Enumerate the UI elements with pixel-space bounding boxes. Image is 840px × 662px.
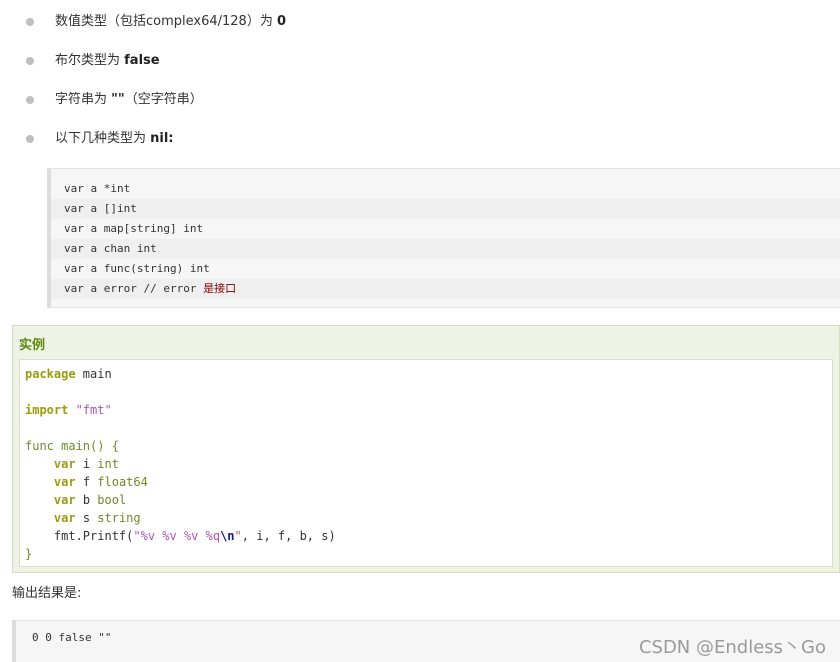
code-line: var a func(string) int [64,262,210,275]
code-line: package main [25,365,112,383]
list-item: 字符串为 ""（空字符串） [0,90,820,110]
code-line: import "fmt" [25,401,112,419]
nil-types-code-block[interactable]: var a *int var a []int var a map[string]… [47,168,840,308]
bullet-dot-icon [26,18,34,26]
type-name: float64 [97,475,148,489]
code-line: var a *int [64,182,131,195]
type-name: int [97,457,119,471]
keyword: var [53,457,76,471]
example-title: 实例 [19,338,46,353]
bullet-text: 数值类型（包括complex64/128）为 [55,14,277,29]
bullet-text: 布尔类型为 [55,53,125,68]
escape-sequence: \n [220,529,235,543]
bullet-text: 字符串为 [55,92,112,107]
list-item: 数值类型（包括complex64/128）为 0 [0,12,820,32]
code-text: var a error // error [64,282,204,295]
bullet-value: 0 [276,14,287,29]
code-line: var a []int [51,199,840,219]
type-name: string [97,511,141,525]
code-line: fmt.Printf("%v %v %v %q\n", i, f, b, s) [25,529,336,543]
code-line: var a chan int [51,239,840,259]
code-line: var b bool [53,493,127,507]
keyword: var [53,493,76,507]
bullet-value: false [124,53,160,68]
keyword: package [25,367,76,381]
keyword: var [53,475,76,489]
bullet-text: 以下几种类型为 [55,131,151,146]
code-line: var a error // error 是接口 [51,279,840,299]
bullet-value: nil: [150,131,174,146]
bullet-value: "" [111,92,125,107]
code-line: } [25,547,33,561]
output-label: 输出结果是: [12,586,82,601]
keyword: import [25,403,69,417]
code-comment-zh: 是接口 [203,282,237,295]
keyword: var [53,511,76,525]
example-code-block[interactable]: package main import "fmt" func main() { … [19,359,833,567]
output-value: 0 0 false "" [32,631,112,644]
list-item: 布尔类型为 false [0,51,820,71]
example-panel: 实例 package main import "fmt" func main()… [12,325,840,573]
code-line: var i int [53,457,119,471]
bullet-dot-icon [26,96,34,104]
list-item: 以下几种类型为 nil: [0,129,820,149]
type-name: bool [97,493,127,507]
bullet-dot-icon [26,135,34,143]
csdn-watermark: CSDN @Endless丶Go [638,637,826,658]
bullet-dot-icon [26,57,34,65]
bullet-suffix: （空字符串） [124,92,203,107]
string-literal: "%v %v %v %q [133,529,221,543]
code-line: var a map[string] int [64,222,204,235]
code-line: func main() { [25,439,119,453]
code-text: main [75,367,112,381]
string-literal: "fmt" [68,403,112,417]
code-line: var s string [53,511,141,525]
code-line: var f float64 [53,475,148,489]
